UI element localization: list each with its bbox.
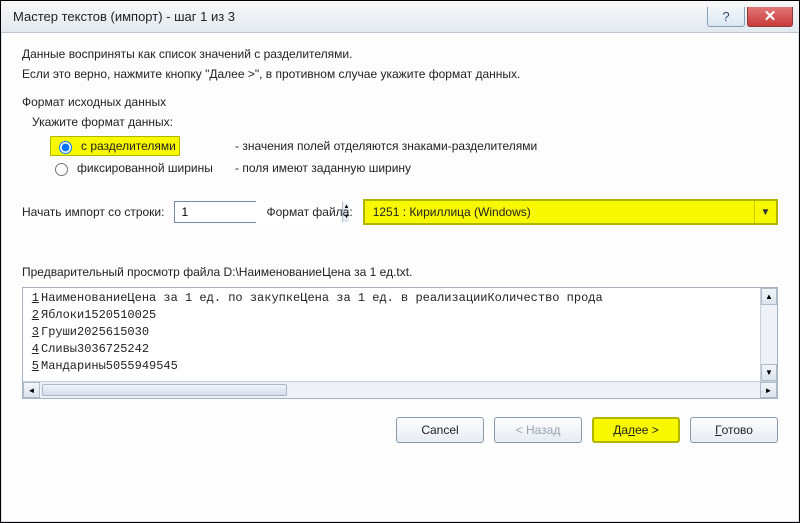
source-format-group: Формат исходных данных Укажите формат да… — [22, 95, 778, 179]
file-format-value: 1251 : Кириллица (Windows) — [373, 205, 754, 219]
intro-line-2: Если это верно, нажмите кнопку "Далее >"… — [22, 67, 778, 81]
scroll-right-icon[interactable]: ► — [760, 382, 777, 398]
scroll-down-icon[interactable]: ▼ — [761, 364, 777, 381]
file-format-label: Формат файла: — [266, 205, 352, 219]
hscroll-thumb[interactable] — [42, 384, 287, 396]
vertical-scrollbar[interactable]: ▲ ▼ — [760, 288, 777, 381]
row-start-format: Начать импорт со строки: ▲ ▼ Формат файл… — [22, 199, 778, 225]
intro-line-1: Данные восприняты как список значений с … — [22, 47, 778, 61]
vscroll-track[interactable] — [761, 305, 777, 364]
preview-row: 5Мандарины5055949545 — [23, 358, 777, 375]
next-button[interactable]: Далее > — [592, 417, 680, 443]
radio-delimited-input[interactable] — [59, 141, 72, 154]
window-title: Мастер текстов (импорт) - шаг 1 из 3 — [13, 9, 707, 24]
radio-fixed-input[interactable] — [55, 163, 68, 176]
preview-rows: 1НаименованиеЦена за 1 ед. по закупкеЦен… — [23, 288, 777, 381]
preview-row: 1НаименованиеЦена за 1 ед. по закупкеЦен… — [23, 290, 777, 307]
finish-button[interactable]: Готово — [690, 417, 778, 443]
radio-fixed-desc: - поля имеют заданную ширину — [235, 161, 411, 175]
preview-label: Предварительный просмотр файла D:\Наимен… — [22, 265, 778, 279]
sub-title: Укажите формат данных: — [32, 115, 778, 129]
preview-row: 2Яблоки1520510025 — [23, 307, 777, 324]
scroll-left-icon[interactable]: ◄ — [23, 382, 40, 398]
preview-row: 4Сливы3036725242 — [23, 341, 777, 358]
dialog-body: Данные восприняты как список значений с … — [1, 33, 799, 522]
radio-delimited-label: с разделителями — [81, 139, 176, 153]
horizontal-scrollbar[interactable]: ◄ ► — [23, 381, 777, 398]
radio-row-delimited: с разделителями - значения полей отделяю… — [50, 135, 778, 157]
hscroll-track[interactable] — [40, 382, 760, 398]
scroll-up-icon[interactable]: ▲ — [761, 288, 777, 305]
start-row-spinner[interactable]: ▲ ▼ — [174, 201, 256, 223]
radio-fixed-label: фиксированной ширины — [77, 161, 213, 175]
close-button[interactable]: ✕ — [747, 7, 793, 27]
start-row-label: Начать импорт со строки: — [22, 205, 164, 219]
file-format-select[interactable]: 1251 : Кириллица (Windows) ▼ — [363, 199, 778, 225]
radio-delimited-desc: - значения полей отделяются знаками-разд… — [235, 139, 537, 153]
chevron-down-icon[interactable]: ▼ — [754, 201, 776, 223]
file-format-wrap: Формат файла: 1251 : Кириллица (Windows)… — [266, 199, 778, 225]
radio-fixed[interactable]: фиксированной ширины — [50, 160, 213, 176]
preview-box: 1НаименованиеЦена за 1 ед. по закупкеЦен… — [22, 287, 778, 399]
radio-delimited[interactable]: с разделителями — [50, 136, 180, 156]
cancel-button[interactable]: Cancel — [396, 417, 484, 443]
titlebar-buttons: ? ✕ — [707, 7, 793, 27]
back-button: < Назад — [494, 417, 582, 443]
titlebar: Мастер текстов (импорт) - шаг 1 из 3 ? ✕ — [1, 1, 799, 33]
group-title: Формат исходных данных — [22, 95, 778, 109]
preview-row: 3Груши2025615030 — [23, 324, 777, 341]
dialog-buttons: Cancel < Назад Далее > Готово — [22, 417, 778, 443]
help-button[interactable]: ? — [707, 7, 745, 27]
radio-row-fixed: фиксированной ширины - поля имеют заданн… — [50, 157, 778, 179]
